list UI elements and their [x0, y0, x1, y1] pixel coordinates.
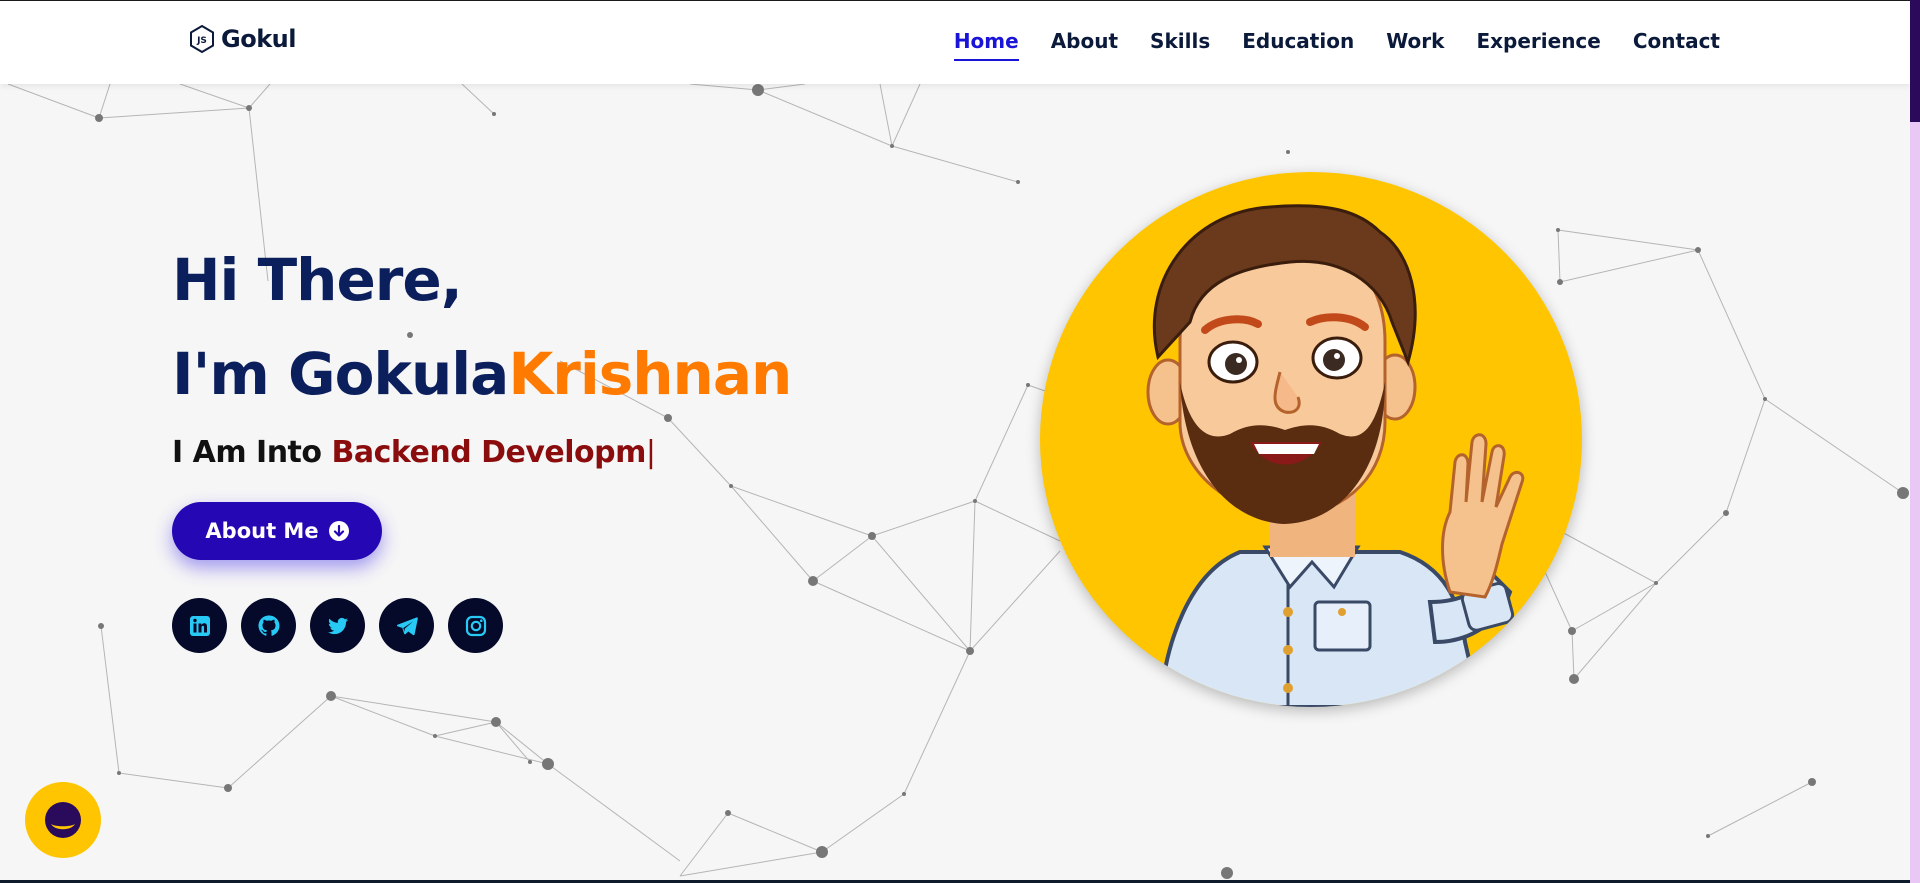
nav-skills[interactable]: Skills — [1150, 29, 1210, 61]
linkedin-icon — [189, 615, 210, 636]
twitter-link[interactable] — [310, 598, 365, 653]
nav-about[interactable]: About — [1051, 29, 1118, 61]
chat-button[interactable] — [25, 782, 101, 858]
hero-greeting: Hi There, — [172, 246, 463, 314]
github-link[interactable] — [241, 598, 296, 653]
typed-cursor: | — [645, 435, 656, 470]
main-nav: Home About Skills Education Work Experie… — [953, 29, 1720, 61]
telegram-link[interactable] — [379, 598, 434, 653]
github-icon — [258, 615, 279, 636]
nodejs-hexagon-icon: JS — [190, 25, 214, 53]
scrollbar-track[interactable] — [1910, 0, 1920, 883]
social-links — [172, 598, 791, 653]
telegram-icon — [396, 616, 418, 635]
arrow-down-circle-icon — [328, 521, 349, 541]
typed-prefix: I Am Into — [172, 435, 322, 470]
instagram-link[interactable] — [448, 598, 503, 653]
typed-role-line: I Am Into Backend Developm| — [172, 435, 791, 470]
hero-section: Hi There, I'm GokulaKrishnan I Am Into B… — [172, 233, 792, 653]
nav-contact[interactable]: Contact — [1633, 29, 1720, 61]
brand-logo[interactable]: JS Gokul — [189, 25, 296, 53]
nav-education[interactable]: Education — [1242, 29, 1354, 61]
profile-avatar — [1040, 172, 1582, 707]
hero-intro-prefix: I'm Gokula — [172, 340, 509, 408]
about-me-button[interactable]: About Me — [172, 502, 382, 560]
hero-intro: I'm GokulaKrishnan — [172, 327, 792, 421]
typed-role: Backend Developm — [331, 435, 646, 470]
hero-intro-accent: Krishnan — [508, 340, 792, 408]
nav-home[interactable]: Home — [953, 29, 1019, 61]
brand-name: Gokul — [221, 25, 296, 53]
scrollbar-thumb[interactable] — [1910, 0, 1920, 122]
chat-bubble-icon — [45, 802, 81, 838]
nav-work[interactable]: Work — [1386, 29, 1444, 61]
waving-cartoon-avatar — [1146, 204, 1525, 707]
nav-experience[interactable]: Experience — [1476, 29, 1600, 61]
svg-text:JS: JS — [196, 36, 207, 46]
instagram-icon — [465, 615, 486, 636]
about-me-label: About Me — [205, 519, 319, 543]
site-header: JS Gokul Home About Skills Education Wor… — [0, 1, 1910, 84]
twitter-icon — [327, 617, 348, 634]
linkedin-link[interactable] — [172, 598, 227, 653]
page: JS Gokul Home About Skills Education Wor… — [0, 0, 1910, 880]
